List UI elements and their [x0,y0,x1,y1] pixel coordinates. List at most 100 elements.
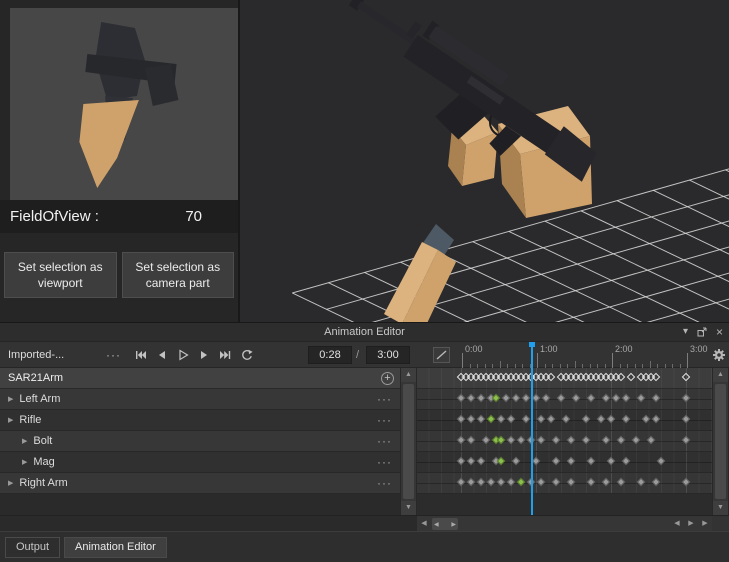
keyframe[interactable] [511,456,521,466]
keyframe[interactable] [561,414,571,424]
summary-keyframe[interactable] [651,372,661,382]
curve-editor-toggle[interactable] [433,347,450,363]
keyframe[interactable] [476,414,486,424]
keyframe[interactable] [551,456,561,466]
keyframe[interactable] [581,435,591,445]
summary-keyframe[interactable] [681,372,691,382]
keyframe[interactable] [551,435,561,445]
keyframe-row[interactable] [417,452,712,473]
scroll-down-button[interactable]: ▼ [401,501,416,515]
keyframe[interactable] [506,435,516,445]
keyframe[interactable] [651,393,661,403]
keyframe[interactable] [606,456,616,466]
summary-keyframe[interactable] [546,372,556,382]
keyframe[interactable] [476,456,486,466]
play-button[interactable] [176,348,190,362]
track-menu-button[interactable]: ··· [377,392,392,406]
scroll-page-right-button[interactable]: ▶ [684,516,698,532]
viewport-3d[interactable] [240,0,729,322]
keyframe[interactable] [456,414,466,424]
h-scroll-thumb[interactable]: ◀ ▶ [432,518,458,530]
add-track-button[interactable]: + [381,371,394,385]
keyframe[interactable] [656,456,666,466]
tab-output[interactable]: Output [5,536,61,558]
close-icon[interactable]: × [716,326,723,338]
keyframe[interactable] [601,435,611,445]
set-selection-as-camera-part-button[interactable]: Set selection as camera part [121,252,234,298]
skip-to-end-button[interactable] [218,348,232,362]
keyframe[interactable] [636,477,646,487]
keyframe[interactable] [456,456,466,466]
keyframe[interactable] [466,435,476,445]
keyframe[interactable] [456,393,466,403]
settings-gear-icon[interactable] [712,348,726,367]
zoom-handle-right[interactable]: ▶ [451,521,456,528]
keyframe[interactable] [531,393,541,403]
keyframe[interactable] [521,414,531,424]
keyframe[interactable] [621,393,631,403]
keyframe[interactable] [536,477,546,487]
keyframe[interactable] [581,414,591,424]
popout-icon[interactable] [697,327,707,337]
keyframe[interactable] [546,414,556,424]
keyframe-row[interactable] [417,389,712,410]
scroll-page-left-button[interactable]: ◀ [670,516,684,532]
keyframe[interactable] [506,477,516,487]
keyframe[interactable] [681,435,691,445]
total-time-input[interactable]: 3:00 [366,346,410,364]
scroll-right-button[interactable]: ▶ [698,516,712,532]
summary-keyframe[interactable] [616,372,626,382]
keyframe[interactable] [646,435,656,445]
playhead[interactable] [530,368,533,515]
keyframe[interactable] [486,414,496,424]
expander-icon[interactable]: ▶ [22,458,27,466]
keyframe[interactable] [541,393,551,403]
keyframe[interactable] [651,414,661,424]
keyframe[interactable] [606,414,616,424]
keyframe[interactable] [566,477,576,487]
keyframe[interactable] [621,414,631,424]
timeline-ruler[interactable]: 0:00 1:00 2:00 3:00 [417,342,712,368]
expander-icon[interactable]: ▶ [8,479,13,487]
keyframe[interactable] [521,393,531,403]
expander-icon[interactable]: ▶ [22,437,27,445]
field-of-view-value[interactable]: 70 [185,208,202,225]
keyframe[interactable] [476,393,486,403]
track-row[interactable]: ▶ Bolt ··· [0,431,400,452]
keyframe[interactable] [501,393,511,403]
track-row[interactable]: ▶ Rifle ··· [0,410,400,431]
keyframe[interactable] [496,435,506,445]
keyframe[interactable] [531,456,541,466]
keyframe[interactable] [681,477,691,487]
track-row[interactable]: ▶ Mag ··· [0,452,400,473]
keyframe[interactable] [466,477,476,487]
summary-keyframe-row[interactable] [417,368,712,389]
scroll-up-button[interactable]: ▲ [713,368,728,382]
panel-titlebar[interactable]: Animation Editor ▾ × [0,323,729,342]
set-selection-as-viewport-button[interactable]: Set selection as viewport [4,252,117,298]
timeline-h-scrollbar[interactable]: ◀ ◀ ▶ ◀ ▶ ▶ [417,515,712,532]
keyframe[interactable] [516,435,526,445]
keyframe[interactable] [506,414,516,424]
keyframe[interactable] [456,435,466,445]
keyframe[interactable] [641,414,651,424]
keyframe[interactable] [496,414,506,424]
timeline-area[interactable] [417,368,712,515]
track-list-scrollbar[interactable]: ▲ ▼ [400,368,417,515]
keyframe[interactable] [586,393,596,403]
timeline-scrollbar[interactable]: ▲ ▼ [712,368,729,515]
track-row[interactable]: ▶ Left Arm ··· [0,389,400,410]
keyframe[interactable] [491,393,501,403]
loop-button[interactable] [239,348,253,362]
track-menu-button[interactable]: ··· [377,413,392,427]
current-time-input[interactable]: 0:28 [308,346,352,364]
tab-animation-editor[interactable]: Animation Editor [64,536,167,558]
keyframe[interactable] [631,435,641,445]
keyframe[interactable] [571,393,581,403]
keyframe[interactable] [601,393,611,403]
keyframe[interactable] [681,414,691,424]
root-track-row[interactable]: SAR21Arm + [0,368,400,389]
expander-icon[interactable]: ▶ [8,395,13,403]
keyframe[interactable] [651,477,661,487]
playhead-ruler-marker[interactable] [528,342,535,368]
